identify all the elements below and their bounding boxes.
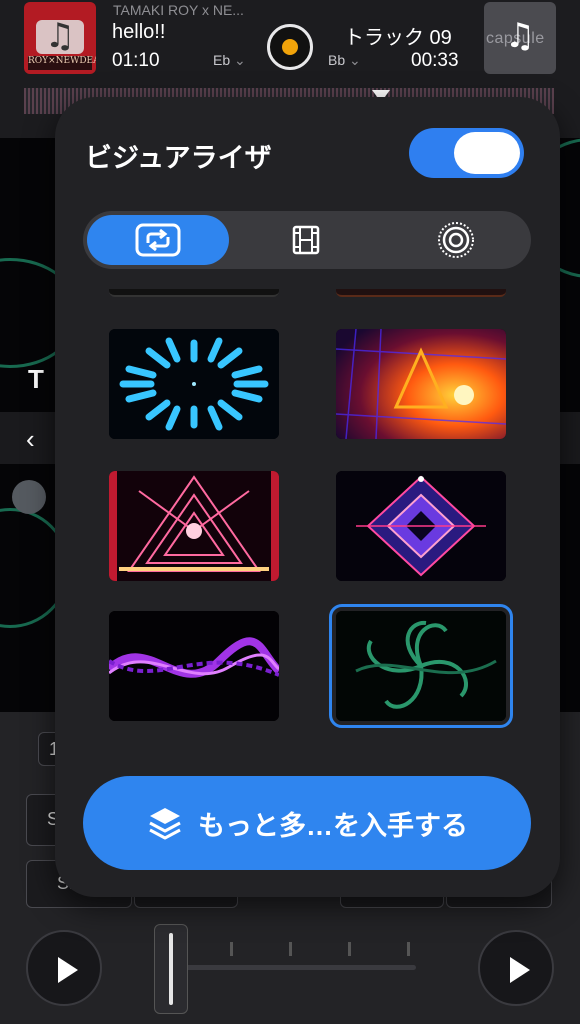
visualizer-grid: [55, 289, 560, 747]
loop-icon: [135, 223, 181, 257]
segment-loop[interactable]: [87, 215, 229, 265]
visualizer-thumb-purple-diamond[interactable]: [336, 471, 506, 581]
visualizer-type-segmented-control: [83, 211, 531, 269]
left-deck-artist: TAMAKI ROY x NE...: [113, 2, 244, 18]
segment-radial[interactable]: [385, 215, 527, 265]
popover-title: ビジュアライザ: [85, 143, 272, 173]
get-more-button[interactable]: もっと多…を入手する: [83, 776, 531, 870]
artwork-logo-text: ROY×NEWDEAL: [28, 56, 96, 66]
play-icon: [58, 957, 78, 983]
left-deck-title: hello!!: [112, 21, 166, 43]
visualizer-thumb-purple-wave[interactable]: [109, 611, 279, 721]
get-more-label: もっと多…を入手する: [198, 810, 468, 841]
left-deck-artwork[interactable]: ♫ ROY×NEWDEAL: [24, 2, 96, 74]
chevron-down-icon: ⌄: [234, 52, 246, 68]
visualizer-popover: ビジュアライザ もっと多…を入手する: [55, 97, 560, 897]
crossfader-handle[interactable]: [154, 924, 188, 1014]
visualizer-thumb-cyan-burst[interactable]: [109, 329, 279, 439]
sync-disc-button[interactable]: [267, 24, 313, 70]
music-note-icon: ♫: [504, 16, 536, 56]
right-deck-key[interactable]: Bb ⌄: [328, 52, 361, 69]
side-knob[interactable]: [12, 480, 46, 514]
crossfader-track[interactable]: [180, 965, 416, 970]
film-icon: [292, 225, 320, 255]
right-play-button[interactable]: [478, 930, 554, 1006]
left-deck-key[interactable]: Eb ⌄: [213, 52, 246, 69]
radial-circles-icon: [438, 222, 474, 258]
left-play-button[interactable]: [26, 930, 102, 1006]
visualizer-thumb-green-flower[interactable]: [329, 604, 513, 728]
play-icon: [510, 957, 530, 983]
layers-icon: [149, 808, 181, 840]
right-deck-artwork[interactable]: capsule ♫: [484, 2, 556, 74]
right-deck-time: 00:33: [411, 50, 459, 71]
left-deck-time: 01:10: [112, 50, 160, 71]
chevron-down-icon: ⌄: [349, 52, 361, 68]
right-deck-title: トラック 09: [344, 27, 452, 49]
side-label: T: [28, 364, 44, 394]
segment-film[interactable]: [235, 215, 377, 265]
music-note-icon: ♫: [44, 16, 76, 56]
chevron-left-icon[interactable]: ‹: [26, 424, 35, 455]
visualizer-thumb-fire-triangle[interactable]: [336, 329, 506, 439]
visualizer-toggle[interactable]: [409, 128, 524, 178]
visualizer-thumb-neon-tunnel[interactable]: [109, 471, 279, 581]
